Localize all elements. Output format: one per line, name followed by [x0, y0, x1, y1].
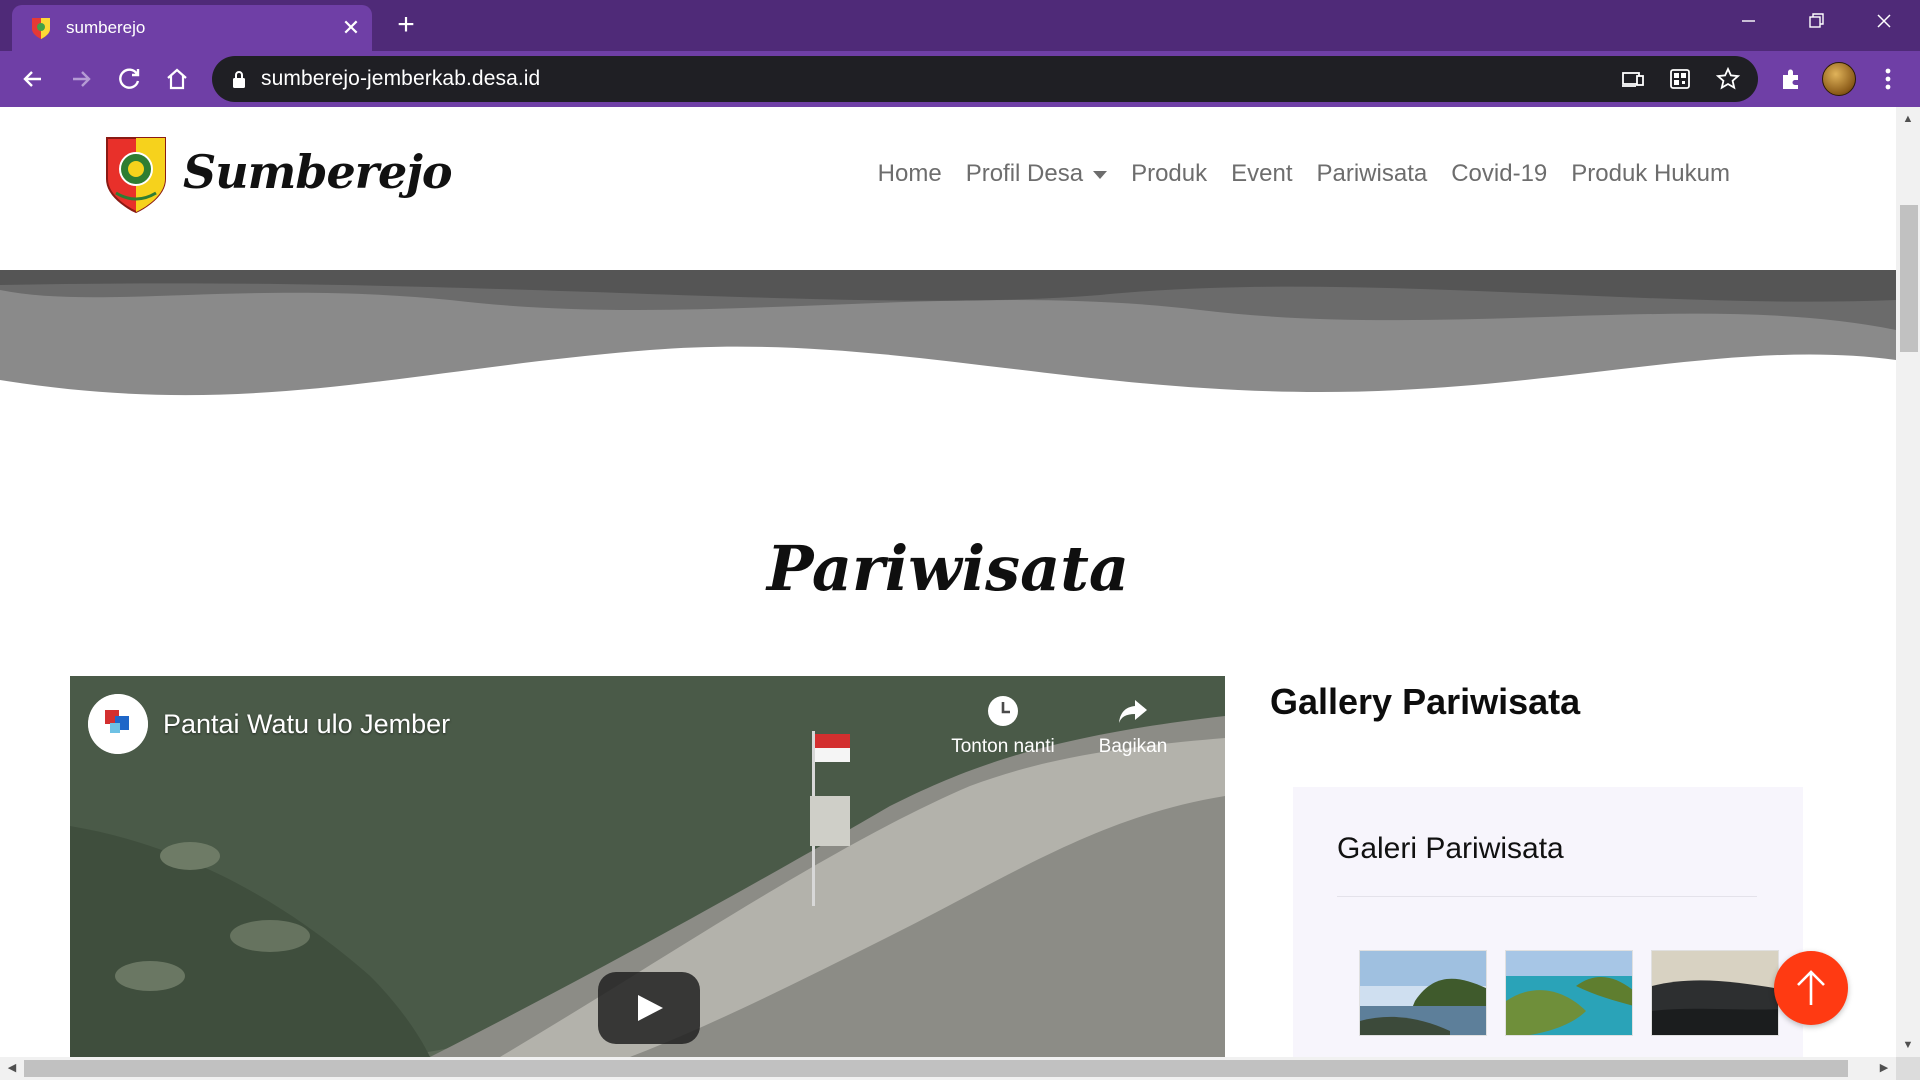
browser-tab[interactable]: sumberejo ✕: [12, 5, 372, 51]
url-text[interactable]: sumberejo-jemberkab.desa.id: [261, 67, 540, 91]
horizontal-scrollbar-thumb[interactable]: [24, 1060, 1848, 1077]
nav-profil-desa-label: Profil Desa: [965, 160, 1084, 187]
site-brand[interactable]: Sumberejo: [183, 145, 453, 199]
watch-later-label: Tonton nanti: [951, 736, 1055, 757]
nav-home[interactable]: Home: [878, 160, 942, 188]
video-title[interactable]: Pantai Watu ulo Jember: [163, 709, 450, 740]
nav-covid-19[interactable]: Covid-19: [1451, 160, 1547, 188]
scroll-down-arrow-icon[interactable]: ▼: [1898, 1035, 1918, 1055]
lock-icon[interactable]: [229, 67, 249, 91]
scroll-right-arrow-icon[interactable]: ▶: [1874, 1058, 1894, 1078]
gallery-card-title: Galeri Pariwisata: [1337, 832, 1564, 865]
browser-tabstrip: sumberejo ✕ +: [0, 0, 1920, 51]
nav-produk[interactable]: Produk: [1131, 160, 1207, 188]
gallery-heading: Gallery Pariwisata: [1270, 681, 1581, 722]
qr-code-icon[interactable]: [1666, 65, 1694, 93]
gallery-thumbnail[interactable]: [1505, 950, 1633, 1036]
window-close-icon[interactable]: [1850, 0, 1918, 44]
share-button[interactable]: Bagikan: [1073, 694, 1193, 758]
clock-icon: [988, 696, 1018, 726]
gallery-thumbnail[interactable]: [1651, 950, 1779, 1036]
nav-profil-desa[interactable]: Profil Desa: [965, 160, 1108, 188]
youtube-video-embed[interactable]: Pantai Watu ulo Jember Tonton nanti Bagi…: [70, 676, 1225, 1057]
gallery-card: Galeri Pariwisata: [1293, 787, 1803, 1057]
watch-later-button[interactable]: Tonton nanti: [943, 694, 1063, 758]
share-label: Bagikan: [1098, 736, 1168, 757]
home-icon[interactable]: [159, 61, 195, 97]
site-favicon-icon: [32, 18, 50, 39]
village-crest-logo[interactable]: [104, 135, 168, 215]
back-to-top-button[interactable]: [1774, 951, 1848, 1025]
browser-toolbar: sumberejo-jemberkab.desa.id: [0, 51, 1920, 107]
play-button[interactable]: [598, 972, 700, 1044]
play-icon: [638, 995, 663, 1021]
restore-icon[interactable]: [1782, 0, 1850, 44]
menu-icon[interactable]: [1870, 61, 1906, 97]
page-viewport: Sumberejo Home Profil Desa Produk Event …: [0, 107, 1896, 1057]
divider: [1337, 896, 1757, 897]
channel-avatar[interactable]: [88, 694, 148, 754]
vertical-scrollbar-thumb[interactable]: [1900, 205, 1918, 352]
extensions-icon[interactable]: [1773, 61, 1809, 97]
tab-title: sumberejo: [66, 18, 146, 37]
caret-down-icon: [1093, 170, 1108, 179]
scrollbar-corner: [1896, 1057, 1920, 1080]
scroll-left-arrow-icon[interactable]: ◀: [2, 1058, 22, 1078]
nav-pariwisata[interactable]: Pariwisata: [1317, 160, 1428, 188]
star-icon[interactable]: [1714, 65, 1742, 93]
arrow-up-icon: [1797, 970, 1825, 1005]
new-tab-button[interactable]: +: [389, 8, 423, 42]
forward-icon[interactable]: [63, 61, 99, 97]
gallery-thumbnail[interactable]: [1359, 950, 1487, 1036]
address-bar[interactable]: sumberejo-jemberkab.desa.id: [212, 56, 1758, 102]
tab-close-icon[interactable]: ✕: [336, 13, 366, 43]
main-nav-menu: Home Profil Desa Produk Event Pariwisata…: [878, 160, 1730, 188]
profile-avatar[interactable]: [1822, 62, 1856, 96]
minimize-icon[interactable]: [1714, 0, 1782, 44]
share-icon: [1119, 700, 1147, 723]
reload-icon[interactable]: [111, 61, 147, 97]
nav-produk-hukum[interactable]: Produk Hukum: [1571, 160, 1730, 188]
scroll-up-arrow-icon[interactable]: ▲: [1898, 109, 1918, 129]
site-navbar: Sumberejo Home Profil Desa Produk Event …: [0, 107, 1896, 270]
cast-icon[interactable]: [1619, 65, 1647, 93]
hero-wave-banner: [0, 270, 1896, 470]
back-icon[interactable]: [15, 61, 51, 97]
nav-event[interactable]: Event: [1231, 160, 1292, 188]
section-title: Pariwisata: [766, 532, 1130, 605]
